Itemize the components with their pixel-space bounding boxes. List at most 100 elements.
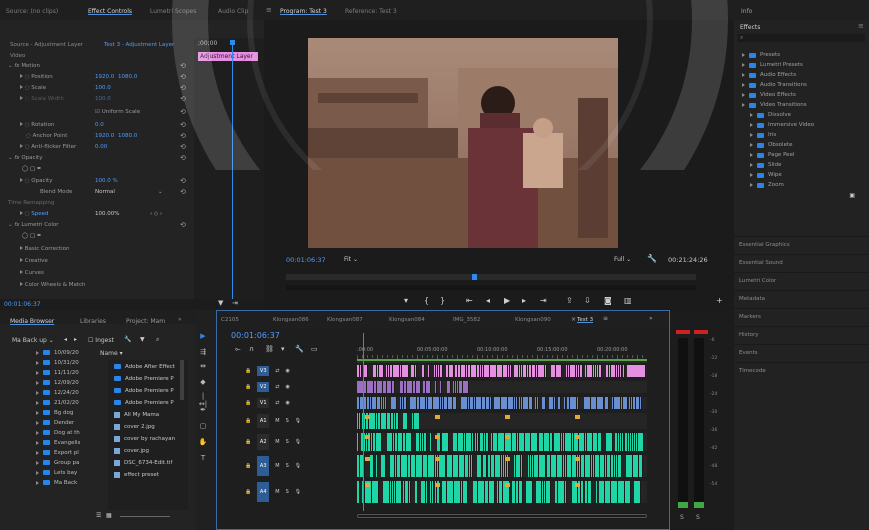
quality-select[interactable]: Full ⌄ [614,256,631,263]
audio-keyframe[interactable] [435,415,440,419]
reset-icon[interactable]: ⟲ [180,121,186,129]
timeline-clip[interactable] [376,455,378,477]
eye-icon[interactable]: ◉ [285,384,289,390]
chevron-right-icon[interactable] [36,410,39,415]
chevron-right-icon[interactable] [750,183,753,187]
panel-section-lumetri-color[interactable]: Lumetri Color [734,272,869,288]
file-item[interactable]: effect preset [108,470,188,479]
microphone-icon[interactable]: 🎙 [295,418,301,424]
track-lane-v1[interactable] [357,397,647,409]
timeline-timecode[interactable]: 00:01:06:37 [231,331,280,340]
audio-keyframe[interactable] [505,415,510,419]
effects-tree-item[interactable]: Lumetri Presets [734,60,869,70]
timeline-clip[interactable] [623,365,625,377]
selection-tool-icon[interactable]: ▶ [198,332,208,340]
effects-tree-item[interactable]: Zoom [734,180,869,190]
effects-tree-item[interactable]: Immersive Video [734,120,869,130]
step-back-icon[interactable]: ◂ [486,296,490,305]
track-target-a1[interactable]: A1 [257,414,270,428]
file-item[interactable]: Adobe After Effect [108,362,188,371]
timeline-clip[interactable] [577,397,579,409]
go-to-out-icon[interactable]: ⇥ [540,296,547,305]
track-target-v1[interactable]: V1 [257,398,270,408]
chevron-right-icon[interactable] [36,470,39,475]
tab-audio-clip[interactable]: Audio Clip [218,8,248,15]
chevron-right-icon[interactable] [742,93,745,97]
step-forward-icon[interactable]: ▸ [522,296,526,305]
timeline-clip[interactable] [581,481,584,503]
filter-icon[interactable]: ▼ [140,336,145,343]
export-icon[interactable]: ⇥ [232,299,238,307]
ec-time-remap[interactable]: Time Remapping [8,200,54,206]
solo-button[interactable]: S [286,439,289,445]
audio-keyframe[interactable] [435,435,440,439]
timeline-clip[interactable] [618,455,622,477]
timeline-clip[interactable] [406,433,412,451]
tab-program[interactable]: Program: Test 3 [280,8,327,15]
effects-search-input[interactable]: ⌕ [738,34,865,42]
track-lane-a2[interactable] [357,433,647,451]
tab-sequence[interactable]: Klongsan090 [515,317,551,323]
ec-speed-value[interactable]: 100.00% [95,211,119,217]
wrench-icon[interactable]: 🔧 [124,336,131,343]
lock-icon[interactable]: 🔒 [245,489,251,495]
ec-anchor-x[interactable]: 1920.0 [95,133,114,139]
timeline-clip[interactable] [556,365,562,377]
timeline-clip[interactable] [367,381,374,393]
go-to-in-icon[interactable]: ⇤ [466,296,473,305]
timeline-clip[interactable] [625,481,631,503]
effects-tree-item[interactable]: Slide [734,160,869,170]
tab-project[interactable]: Project: Mam [126,318,165,325]
timeline-clip[interactable] [439,455,446,477]
timeline-clip[interactable] [463,481,468,503]
file-item[interactable]: Adobe Premiere P [108,398,188,407]
reset-icon[interactable]: ⟲ [180,143,186,151]
timeline-clip[interactable] [521,455,523,477]
timeline-clip[interactable] [432,481,434,503]
play-icon[interactable]: ▶ [504,296,510,305]
mute-button[interactable]: M [275,439,279,445]
add-marker-icon[interactable]: ▾ [281,345,285,353]
track-target-v2[interactable]: V2 [257,382,270,392]
audio-keyframe[interactable] [575,483,580,487]
timeline-clip[interactable] [435,381,437,393]
timeline-clip[interactable] [396,481,402,503]
ec-lumetri-fx[interactable]: ⌄ fx Lumetri Color [8,222,59,228]
chevron-right-icon[interactable] [36,480,39,485]
timeline-clip[interactable] [359,413,361,429]
ec-basic-correction[interactable]: Basic Correction [25,246,70,252]
track-select-tool-icon[interactable]: ⇶ [198,348,208,356]
timeline-clip[interactable] [461,397,468,409]
linked-selection-icon[interactable]: ⛓ [265,345,274,353]
timeline-clip[interactable] [554,397,556,409]
mute-button[interactable]: M [275,489,279,495]
solo-left-button[interactable]: S [680,514,684,521]
new-bin-icon[interactable]: ▣ [849,192,855,199]
timeline-clip[interactable] [538,365,545,377]
chevron-right-icon[interactable] [36,390,39,395]
file-item[interactable]: Adobe Premiere P [108,374,188,383]
razor-tool-icon[interactable]: ◆ [198,378,208,386]
list-view-icon[interactable]: ☰ [96,512,101,519]
effects-tree-item[interactable]: Obsolete [734,140,869,150]
lock-icon[interactable]: 🔒 [245,418,251,424]
lock-icon[interactable]: 🔒 [245,368,251,374]
timeline-clip[interactable] [369,413,376,429]
chevron-right-icon[interactable] [36,420,39,425]
panel-menu-icon[interactable]: ≡ [266,6,272,14]
timeline-clip[interactable] [598,433,602,451]
ec-footer-timecode[interactable]: 00:01:06:37 [4,301,41,308]
solo-right-button[interactable]: S [696,514,700,521]
timeline-clip[interactable] [634,481,641,503]
timeline-clip[interactable] [584,397,591,409]
tab-effect-controls[interactable]: Effect Controls [88,8,132,15]
timeline-clip[interactable] [414,413,420,429]
timeline-clip[interactable] [564,397,566,409]
chevron-right-icon[interactable] [36,370,39,375]
effects-tree-item[interactable]: Video Transitions [734,100,869,110]
program-video-frame[interactable] [308,38,618,248]
timeline-clip[interactable] [415,365,417,377]
panel-section-markers[interactable]: Markers [734,308,869,324]
tab-sequence[interactable]: Klongsan084 [389,317,425,323]
timeline-clip[interactable] [483,455,487,477]
